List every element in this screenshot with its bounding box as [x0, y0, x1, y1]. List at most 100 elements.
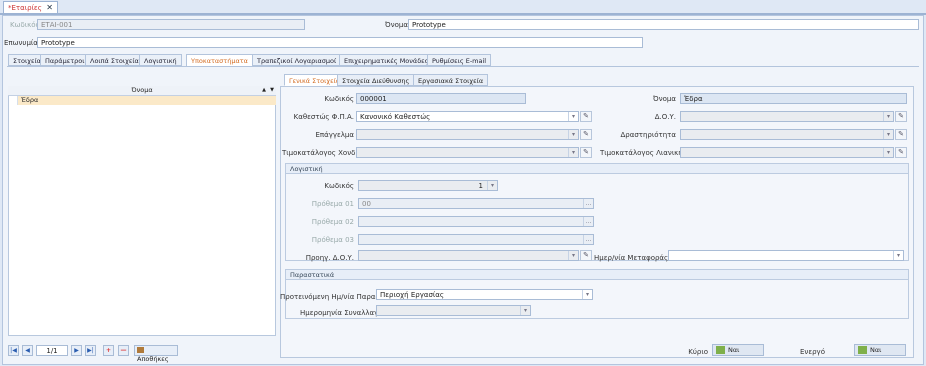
ellipsis-icon[interactable]: …	[583, 235, 593, 244]
vat-status-value: Κανονικό Καθεστώς	[360, 113, 431, 121]
profession-label: Επάγγελμα	[315, 131, 354, 139]
first-record-icon[interactable]: |◀	[8, 345, 19, 356]
table-row[interactable]: Έδρα	[18, 96, 276, 105]
next-record-icon[interactable]: ▶	[71, 345, 82, 356]
ellipsis-icon[interactable]: …	[583, 217, 593, 226]
name-field[interactable]: Prototype	[408, 19, 919, 30]
vat-status-select[interactable]: Κανονικό Καθεστώς ▾	[356, 111, 579, 122]
branch-name-label: Όνομα	[653, 95, 676, 103]
branch-code-label: Κωδικός	[324, 95, 354, 103]
chevron-down-icon[interactable]: ▾	[568, 130, 578, 139]
thumbs-up-icon	[858, 346, 867, 354]
chevron-down-icon[interactable]: ▾	[568, 251, 578, 260]
edit-icon[interactable]: ✎	[580, 250, 592, 261]
page-indicator: 1/1	[36, 345, 68, 356]
branches-grid[interactable]	[8, 86, 276, 336]
acc-code-label: Κωδικός	[324, 182, 354, 190]
activity-select[interactable]: ▾	[680, 129, 894, 140]
company-field[interactable]: Prototype	[37, 37, 643, 48]
remove-icon[interactable]: —	[118, 345, 129, 356]
chevron-down-icon[interactable]: ▾	[883, 112, 893, 121]
code-label: Κωδικός	[10, 21, 40, 29]
prefix1-field[interactable]: 00 …	[358, 198, 594, 209]
chevron-down-icon[interactable]: ▾	[568, 112, 578, 121]
prefix1-label: Πρόθεμα 01	[311, 200, 354, 208]
transaction-date-select[interactable]: ▾	[376, 305, 531, 316]
wholesale-select[interactable]: ▾	[356, 147, 579, 158]
tab-parameters[interactable]: Παράμετροι	[40, 54, 90, 66]
suggested-date-value: Περιοχή Εργασίας	[380, 291, 444, 299]
sort-icon: ▲	[262, 87, 266, 93]
tab-bank-accounts[interactable]: Τραπεζικοί Λογαριασμοί	[252, 54, 342, 66]
edit-icon[interactable]: ✎	[580, 111, 592, 122]
last-record-icon[interactable]: ▶|	[85, 345, 96, 356]
chevron-down-icon[interactable]: ▾	[582, 290, 592, 299]
branch-name-field[interactable]: Έδρα	[680, 93, 907, 104]
close-icon[interactable]: ✕	[46, 3, 53, 12]
tab-accounting[interactable]: Λογιστική	[139, 54, 182, 66]
transfer-date-field[interactable]: ▾	[668, 250, 904, 261]
chevron-down-icon[interactable]: ▾	[568, 148, 578, 157]
warehouses-label: Αποθήκες	[137, 355, 169, 363]
edit-icon[interactable]: ✎	[895, 129, 907, 140]
accounting-group: Λογιστική	[285, 163, 909, 261]
tab-general[interactable]: Γενικά Στοιχεία	[284, 74, 346, 86]
active-toggle[interactable]: Ναι	[854, 344, 906, 356]
ellipsis-icon[interactable]: …	[583, 199, 593, 208]
tab-business-units[interactable]: Επιχειρηματικές Μονάδες	[339, 54, 434, 66]
grid-column-name[interactable]: Όνομα	[131, 86, 152, 94]
doy-label: Δ.Ο.Υ.	[654, 113, 676, 121]
name-label: Όνομα	[385, 21, 408, 29]
main-value: Ναι	[728, 346, 740, 354]
tab-work[interactable]: Εργασιακά Στοιχεία	[413, 74, 489, 86]
documents-title: Παραστατικά	[286, 270, 908, 280]
tab-underline	[7, 66, 919, 67]
prev-record-icon[interactable]: ◀	[22, 345, 33, 356]
filter-icon[interactable]: ▼	[270, 86, 274, 95]
active-value: Ναι	[870, 346, 882, 354]
add-icon[interactable]: +	[103, 345, 114, 356]
prefix3-label: Πρόθεμα 03	[311, 236, 354, 244]
edit-icon[interactable]: ✎	[580, 147, 592, 158]
suggested-date-label: Προτεινόμενη Ημ/νία Παραστατικών	[280, 293, 410, 301]
row-indicator	[8, 96, 18, 105]
chevron-down-icon[interactable]: ▾	[883, 148, 893, 157]
retail-label: Τιμοκατάλογος Λιανικής	[600, 149, 687, 157]
grid-header[interactable]: Όνομα ▲ ▼	[8, 86, 276, 96]
prefix2-field[interactable]: …	[358, 216, 594, 227]
accounting-title: Λογιστική	[286, 164, 908, 174]
warehouses-button[interactable]: Αποθήκες	[134, 345, 178, 363]
document-tab-title: *Εταιρίες	[8, 4, 42, 12]
prefix2-label: Πρόθεμα 02	[311, 218, 354, 226]
suggested-date-select[interactable]: Περιοχή Εργασίας ▾	[376, 289, 593, 300]
prefix3-field[interactable]: …	[358, 234, 594, 245]
prefix1-value: 00	[362, 200, 371, 208]
code-field[interactable]: ΕΤΑΙ-001	[37, 19, 305, 30]
chevron-down-icon[interactable]: ▾	[883, 130, 893, 139]
chevron-down-icon[interactable]: ▾	[487, 181, 497, 190]
edit-icon[interactable]: ✎	[580, 129, 592, 140]
company-label: Επωνυμία	[4, 39, 38, 47]
prev-doy-select[interactable]: ▾	[358, 250, 579, 261]
doy-select[interactable]: ▾	[680, 111, 894, 122]
chevron-down-icon[interactable]: ▾	[893, 251, 903, 260]
transfer-date-label: Ημερ/νία Μεταφοράς	[594, 254, 669, 262]
chevron-down-icon[interactable]: ▾	[520, 306, 530, 315]
edit-icon[interactable]: ✎	[895, 111, 907, 122]
warehouse-icon	[137, 347, 144, 353]
tab-address[interactable]: Στοιχεία Διεύθυνσης	[337, 74, 415, 86]
main-toggle[interactable]: Ναι	[712, 344, 764, 356]
retail-select[interactable]: ▾	[680, 147, 894, 158]
acc-code-value: 1	[478, 182, 483, 190]
branch-code-field[interactable]: 000001	[356, 93, 526, 104]
active-label: Ενεργό	[800, 348, 825, 356]
main-label: Κύριο	[688, 348, 708, 356]
tab-other-details[interactable]: Λοιπά Στοιχεία	[85, 54, 144, 66]
acc-code-field[interactable]: 1 ▾	[358, 180, 498, 191]
profession-select[interactable]: ▾	[356, 129, 579, 140]
vat-status-label: Καθεστώς Φ.Π.Α.	[293, 113, 354, 121]
activity-label: Δραστηριότητα	[620, 131, 676, 139]
edit-icon[interactable]: ✎	[895, 147, 907, 158]
tab-email-settings[interactable]: Ρυθμίσεις E-mail	[427, 54, 492, 66]
thumbs-up-icon	[716, 346, 725, 354]
